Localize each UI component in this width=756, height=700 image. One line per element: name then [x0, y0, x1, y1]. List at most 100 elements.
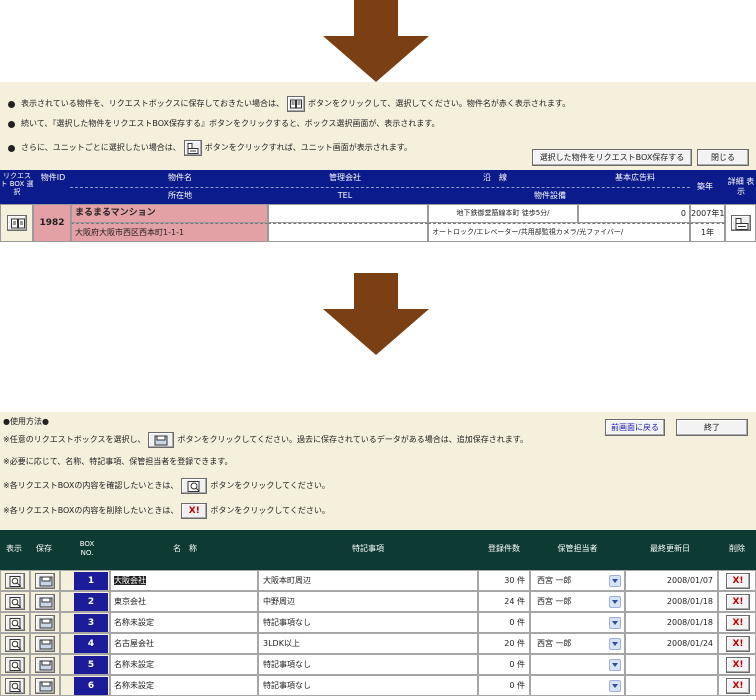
instruction-line-1: 表示されている物件を、リクエストボックスに保存しておきたい場合は、 ボタンをクリ… [8, 96, 570, 112]
delete-icon: X! [732, 660, 744, 670]
box-no-cell: 4 [60, 633, 110, 654]
notes-field[interactable]: 中野周辺 [258, 591, 478, 612]
delete-button[interactable]: X! [726, 573, 750, 589]
save-to-request-box-button[interactable]: 選択した物件をリクエストBOX保存する [532, 149, 692, 166]
delete-button[interactable]: X! [726, 678, 750, 694]
header-base-fee: 基本広告料 [615, 173, 655, 182]
save-icon[interactable] [35, 594, 55, 610]
unit-icon[interactable] [731, 215, 751, 231]
chevron-down-icon[interactable] [609, 575, 621, 587]
delete-button[interactable]: X! [726, 636, 750, 652]
header-line: 沿 線 [483, 173, 507, 182]
count-value: 0 [509, 660, 515, 669]
delete-button[interactable]: X! [726, 615, 750, 631]
select-cell [0, 204, 33, 242]
header-age: 築年 [697, 182, 713, 191]
view-icon[interactable] [5, 615, 25, 631]
updated-date: 2008/01/07 [625, 570, 718, 591]
table-row: 2 東京会社 中野周辺 24 件西宮 一郎 2008/01/18 X! [0, 591, 756, 612]
box-no-cell: 1 [60, 570, 110, 591]
instruction-line-3: さらに、ユニットごとに選択したい場合は、 ボタンをクリックすれば、ユニット画面が… [8, 140, 412, 156]
count-cell: 0 件 [478, 675, 530, 696]
count-cell: 20 件 [478, 633, 530, 654]
box-name-field[interactable]: 名称未設定 [110, 654, 258, 675]
save-icon[interactable] [35, 657, 55, 673]
usage-panel: ●使用方法● ※任意のリクエストボックスを選択し、 ボタンをクリックしてください… [0, 412, 756, 530]
updated-date [625, 654, 718, 675]
building-age: 1年 [690, 223, 725, 242]
chevron-down-icon[interactable] [609, 617, 621, 629]
table-row: 6 名称未設定 特記事項なし 0 件 X! [0, 675, 756, 696]
property-list-section: 表示されている物件を、リクエストボックスに保存しておきたい場合は、 ボタンをクリ… [0, 82, 756, 242]
delete-icon: X! [732, 681, 744, 691]
updated-date: 2008/01/24 [625, 633, 718, 654]
notes-field[interactable]: 大阪本町周辺 [258, 570, 478, 591]
save-icon[interactable] [35, 573, 55, 589]
book-icon[interactable] [7, 215, 27, 231]
count-unit: 件 [517, 639, 525, 648]
box-number: 6 [74, 677, 108, 695]
box-name-field[interactable]: 名称未設定 [110, 675, 258, 696]
view-icon[interactable] [5, 678, 25, 694]
box-name-field[interactable]: 名古屋会社 [110, 633, 258, 654]
end-button[interactable]: 終了 [676, 419, 748, 436]
chevron-down-icon[interactable] [609, 596, 621, 608]
request-box-section: ●使用方法● ※任意のリクエストボックスを選択し、 ボタンをクリックしてください… [0, 412, 756, 700]
chevron-down-icon[interactable] [609, 680, 621, 692]
delete-button[interactable]: X! [726, 657, 750, 673]
box-name-field[interactable]: 名称未設定 [110, 612, 258, 633]
header-divider [70, 187, 690, 188]
manager-select[interactable]: 西宮 一郎 [530, 591, 625, 612]
delete-icon: X! [732, 597, 744, 607]
display-cell [0, 633, 30, 654]
notes-field[interactable]: 特記事項なし [258, 612, 478, 633]
view-icon[interactable] [5, 573, 25, 589]
save-icon[interactable] [35, 615, 55, 631]
header-request-box-select: リクエスト BOX 選択 [0, 172, 34, 196]
usage-line-3: ※各リクエストBOXの内容を確認したいときは、 ボタンをクリックしてください。 [3, 478, 330, 494]
display-cell [0, 675, 30, 696]
chevron-down-icon[interactable] [609, 659, 621, 671]
count-unit: 件 [517, 618, 525, 627]
updated-date: 2008/01/18 [625, 591, 718, 612]
count-cell: 0 件 [478, 654, 530, 675]
count-value: 0 [509, 618, 515, 627]
back-button[interactable]: 前画面に戻る [605, 419, 665, 436]
notes-field[interactable]: 特記事項なし [258, 654, 478, 675]
view-icon[interactable] [5, 594, 25, 610]
box-number: 1 [74, 572, 108, 590]
manager-value: 西宮 一郎 [537, 597, 572, 606]
notes-field[interactable]: 特記事項なし [258, 675, 478, 696]
base-fee: 0 [578, 204, 690, 223]
save-icon[interactable] [35, 678, 55, 694]
manager-select[interactable]: 西宮 一郎 [530, 570, 625, 591]
property-line: 地下鉄御堂筋線本町 徒歩5分/ [428, 204, 578, 223]
manager-select[interactable] [530, 612, 625, 633]
save-icon[interactable] [35, 636, 55, 652]
manager-select[interactable] [530, 654, 625, 675]
manager-select[interactable]: 西宮 一郎 [530, 633, 625, 654]
view-icon[interactable] [5, 636, 25, 652]
view-icon[interactable] [5, 657, 25, 673]
header-count: 登録件数 [488, 544, 520, 553]
header-tel: TEL [337, 191, 353, 200]
header-management: 管理会社 [329, 173, 361, 182]
close-button[interactable]: 閉じる [697, 149, 749, 166]
notes-field[interactable]: 3LDK以上 [258, 633, 478, 654]
property-table-header: リクエスト BOX 選択 物件ID 物件名 所在地 管理会社 TEL 沿 線 物… [0, 170, 756, 204]
box-name-field[interactable]: 東京会社 [110, 591, 258, 612]
chevron-down-icon[interactable] [609, 638, 621, 650]
detail-cell [725, 204, 756, 242]
management-company [268, 204, 428, 223]
box-name-field[interactable]: 大阪会社 [110, 570, 258, 591]
count-value: 0 [509, 681, 515, 690]
header-box-no: BOX NO. [79, 540, 95, 557]
delete-button[interactable]: X! [726, 594, 750, 610]
request-box-table-header: 表示 保存 BOX NO. 名 称 特記事項 登録件数 保管担当者 最終更新日 … [0, 530, 756, 570]
header-detail: 詳細 表示 [727, 177, 755, 196]
delete-cell: X! [718, 570, 756, 591]
management-tel [268, 223, 428, 242]
property-facilities: オートロック/エレベーター/共用部監視カメラ/光ファイバー/ [428, 223, 690, 242]
manager-select[interactable] [530, 675, 625, 696]
built-date: 2007年1月 [690, 204, 725, 223]
